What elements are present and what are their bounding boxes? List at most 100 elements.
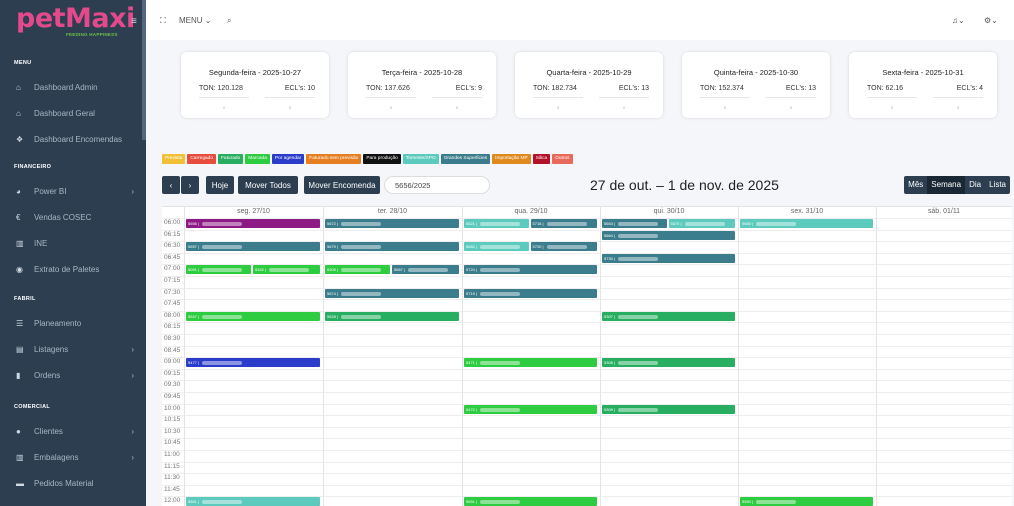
calendar-event[interactable]: 5674 | xyxy=(325,288,459,298)
sidebar-item-pedidos-material[interactable]: ▬ Pedidos Material xyxy=(0,474,146,492)
view-lista[interactable]: Lista xyxy=(985,176,1010,194)
move-all-button[interactable]: Mover Todos xyxy=(238,176,298,194)
view-mês[interactable]: Mês xyxy=(904,176,927,194)
gear-icon[interactable]: ⚙⌄ xyxy=(984,16,998,25)
time-slot-row[interactable]: 11:30 xyxy=(162,473,1012,485)
time-slot-row[interactable]: 08:30 xyxy=(162,334,1012,346)
event-detail-redacted xyxy=(341,268,382,273)
calendar-event[interactable]: 5656 | xyxy=(186,219,320,228)
time-label: 11:15 xyxy=(164,462,180,470)
time-slot-row[interactable]: 07:15 xyxy=(162,276,1012,288)
sidebar-item-dashboard-geral[interactable]: ⌂ Dashboard Geral xyxy=(0,104,146,122)
today-button[interactable]: Hoje xyxy=(206,176,234,194)
day-card: Segunda-feira - 2025-10-27 TON: 120.128 EC… xyxy=(181,52,329,118)
sidebar-item-ine[interactable]: ▥ INE xyxy=(0,234,146,252)
time-slot-row[interactable]: 09:15 xyxy=(162,368,1012,381)
chevron-right-icon: › xyxy=(131,186,134,196)
calendar-event[interactable]: 5472 | xyxy=(464,404,597,414)
calendar-event[interactable]: 5471 | xyxy=(464,358,597,368)
calendar-event[interactable]: 5477 | xyxy=(186,358,320,368)
event-detail-redacted xyxy=(202,500,243,505)
event-label: 5674 | xyxy=(327,290,339,296)
prev-button[interactable]: ‹ xyxy=(162,176,180,194)
bell-icon[interactable]: ♫⌄ xyxy=(952,16,965,25)
sidebar-section-menu: MENU xyxy=(14,60,32,66)
calendar-event[interactable]: 5724 | xyxy=(464,265,597,275)
next-button[interactable]: › xyxy=(181,176,199,194)
calendar-event[interactable]: 5528 | xyxy=(325,311,459,321)
event-detail-redacted xyxy=(618,361,659,366)
calendar-event[interactable]: 5683 | xyxy=(740,219,873,228)
sidebar-item-dashboard-encomendas[interactable]: ❖ Dashboard Encomendas xyxy=(0,130,146,148)
calendar-event[interactable]: 5307 | xyxy=(602,311,735,321)
time-slot-row[interactable]: 11:45 xyxy=(162,484,1012,497)
time-slot-row[interactable]: 07:45 xyxy=(162,299,1012,311)
progress-track xyxy=(199,97,249,98)
view-dia[interactable]: Dia xyxy=(965,176,985,194)
move-order-button[interactable]: Mover Encomenda xyxy=(304,176,380,194)
calendar-event[interactable]: 5663 | xyxy=(602,219,667,228)
event-detail-redacted xyxy=(269,268,310,273)
sidebar-item-planeamento[interactable]: ☰ Planeamento xyxy=(0,314,146,332)
menu-dropdown[interactable]: MENU ⌄ xyxy=(179,16,212,25)
calendar-event[interactable]: 5679 | xyxy=(325,242,459,252)
home-icon: ⌂ xyxy=(16,108,21,118)
sidebar-item-extrato-de-paletes[interactable]: ◉ Extrato de Paletes xyxy=(0,260,146,278)
day-card: Quarta-feira - 2025-10-29 TON: 182.734 ECL… xyxy=(515,52,663,118)
calendar-event[interactable]: 5342 | xyxy=(253,265,320,275)
sidebar-item-ordens[interactable]: ▮ Ordens › xyxy=(0,366,146,384)
file-icon: ▮ xyxy=(16,370,21,380)
calendar-event[interactable]: 5672 | xyxy=(325,219,459,228)
view-semana[interactable]: Semana xyxy=(927,176,966,194)
calendar-event[interactable]: 5550 | xyxy=(740,497,873,506)
event-label: 5471 | xyxy=(466,360,478,366)
calendar-event[interactable]: 5730 | xyxy=(602,253,735,263)
sidebar-item-label: Extrato de Paletes xyxy=(34,264,100,274)
order-input[interactable] xyxy=(384,176,490,194)
logo[interactable]: petMaxi FEEDING HAPPINESS ≡ xyxy=(16,5,141,37)
time-label: 09:30 xyxy=(164,381,181,389)
progress-value: 0 xyxy=(223,105,226,110)
calendar-event[interactable]: 5551 | xyxy=(186,497,320,506)
time-slot-row[interactable]: 10:15 xyxy=(162,415,1012,427)
sidebar-item-embalagens[interactable]: ▥ Embalagens › xyxy=(0,448,146,466)
expand-icon[interactable]: ⛶ xyxy=(160,16,166,26)
calendar-event[interactable]: 5719 | xyxy=(464,288,597,298)
time-slot-row[interactable]: 09:45 xyxy=(162,392,1012,404)
time-slot-row[interactable]: 10:45 xyxy=(162,438,1012,450)
sidebar-item-clientes[interactable]: ● Clientes › xyxy=(0,422,146,440)
time-slot-row[interactable]: 11:00 xyxy=(162,450,1012,462)
calendar-event[interactable]: 5716 | xyxy=(530,219,597,228)
sidebar-item-vendas-cosec[interactable]: € Vendas COSEC xyxy=(0,208,146,226)
calendar-event[interactable]: 5551 | xyxy=(464,497,597,506)
calendar-event[interactable]: 5091 | xyxy=(186,265,251,275)
calendar-event[interactable]: 5621 | xyxy=(464,219,529,228)
time-slot-row[interactable]: 06:15 xyxy=(162,229,1012,242)
week-calendar: seg. 27/10 ter. 28/10 qua. 29/10 qui. 30/10… xyxy=(162,206,1012,506)
sidebar-item-listagens[interactable]: ▤ Listagens › xyxy=(0,340,146,358)
search-icon[interactable]: ⌕ xyxy=(227,16,231,26)
calendar-event[interactable]: 5664 | xyxy=(602,230,735,240)
day-header: ter. 28/10 xyxy=(377,208,408,215)
calendar-event[interactable]: 5670 | xyxy=(668,219,735,228)
calendar-event[interactable]: 5682 | xyxy=(464,242,529,252)
sidebar-item-dashboard-admin[interactable]: ⌂ Dashboard Admin xyxy=(0,78,146,96)
time-slot-row[interactable]: 09:30 xyxy=(162,380,1012,392)
time-slot-row[interactable]: 08:15 xyxy=(162,322,1012,334)
time-slot-row[interactable]: 10:30 xyxy=(162,426,1012,439)
time-slot-row[interactable]: 11:15 xyxy=(162,461,1012,474)
time-slot-row[interactable]: 08:45 xyxy=(162,345,1012,358)
calendar-event[interactable]: 5309 | xyxy=(602,404,735,414)
menu-toggle-icon[interactable]: ≡ xyxy=(131,16,137,27)
calendar-event[interactable]: 5667 | xyxy=(392,265,459,275)
day-card-ton: TON: 182.734 xyxy=(533,85,577,92)
calendar-event[interactable]: 5720 | xyxy=(530,242,597,252)
day-header: seg. 27/10 xyxy=(237,208,270,215)
calendar-event[interactable]: 5547 | xyxy=(186,311,320,321)
calendar-event[interactable]: 5309 | xyxy=(325,265,390,275)
sidebar-item-power-bi[interactable]: ◕ Power BI › xyxy=(0,182,146,200)
day-column-divider xyxy=(184,207,185,506)
time-slot-row[interactable]: 06:45 xyxy=(162,252,1012,265)
calendar-event[interactable]: 5657 | xyxy=(186,242,320,252)
calendar-event[interactable]: 5308 | xyxy=(602,358,735,368)
